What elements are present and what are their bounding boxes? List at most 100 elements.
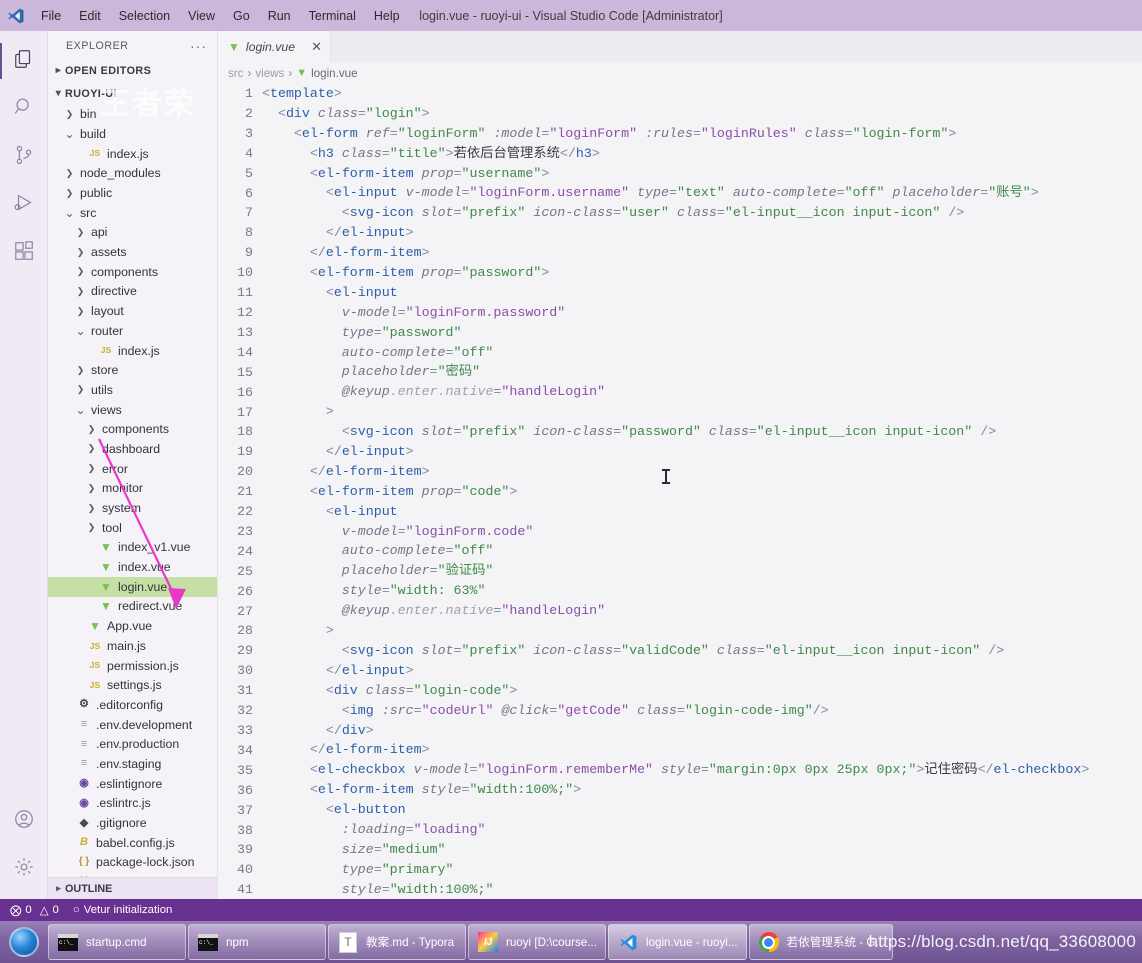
code-line[interactable]: <el-input	[262, 502, 1142, 522]
tree-item[interactable]: JS index.js	[48, 144, 217, 164]
code-line[interactable]: style="width: 63%"	[262, 581, 1142, 601]
tree-item[interactable]: ◆ .gitignore	[48, 813, 217, 833]
code-editor[interactable]: 1 2 3 4 5 6 7 8 9 10 11 12 13 14 15 16 17 18 19 20 21 22 23 24 2…	[218, 84, 1142, 899]
tree-item[interactable]: JS index.js	[48, 341, 217, 361]
code-content[interactable]: <template> <div class="login"> <el-form …	[262, 84, 1142, 899]
code-line[interactable]: </el-input>	[262, 442, 1142, 462]
file-tree[interactable]: ❯ bin ⌄ build JS index.js ❯ node_modules ❯ publi…	[48, 104, 217, 877]
status-task[interactable]: ○ Vetur initialization	[73, 904, 173, 916]
tree-item[interactable]: ❯ monitor	[48, 478, 217, 498]
menu-selection[interactable]: Selection	[110, 5, 179, 27]
code-line[interactable]: </el-form-item>	[262, 740, 1142, 760]
code-line[interactable]: <svg-icon slot="prefix" icon-class="vali…	[262, 641, 1142, 661]
tab-login-vue[interactable]: ▼ login.vue ✕	[218, 31, 332, 62]
code-line[interactable]: <el-form-item prop="code">	[262, 482, 1142, 502]
activitybar-item-explorer[interactable]	[0, 37, 48, 85]
code-line[interactable]: style="width:100%;"	[262, 880, 1142, 899]
tree-item[interactable]: ⌄ views	[48, 400, 217, 420]
menu-view[interactable]: View	[179, 5, 224, 27]
tree-item[interactable]: ❯ components	[48, 419, 217, 439]
tree-item[interactable]: JS settings.js	[48, 675, 217, 695]
tree-item[interactable]: ❯ assets	[48, 242, 217, 262]
code-line[interactable]: <div class="login">	[262, 104, 1142, 124]
tree-item[interactable]: ❯ layout	[48, 301, 217, 321]
code-line[interactable]: <el-form-item prop="password">	[262, 263, 1142, 283]
tree-item[interactable]: ≡ .env.development	[48, 715, 217, 735]
menu-bar[interactable]: File Edit Selection View Go Run Terminal…	[32, 5, 409, 27]
activitybar-item-settings[interactable]	[0, 845, 48, 893]
code-line[interactable]: <el-checkbox v-model="loginForm.remember…	[262, 760, 1142, 780]
activitybar-item-run-debug[interactable]	[0, 181, 48, 229]
code-line[interactable]: <el-button	[262, 800, 1142, 820]
tree-item[interactable]: ❯ utils	[48, 380, 217, 400]
code-line[interactable]: <svg-icon slot="prefix" icon-class="user…	[262, 203, 1142, 223]
tree-item[interactable]: ❯ system	[48, 498, 217, 518]
code-line[interactable]: >	[262, 621, 1142, 641]
activitybar-item-source-control[interactable]	[0, 133, 48, 181]
tree-item[interactable]: ≡ .env.production	[48, 734, 217, 754]
tree-item[interactable]: ❯ api	[48, 223, 217, 243]
breadcrumb-file[interactable]: login.vue	[311, 67, 357, 80]
code-line[interactable]: <el-input v-model="loginForm.username" t…	[262, 183, 1142, 203]
menu-terminal[interactable]: Terminal	[300, 5, 365, 27]
tree-item[interactable]: ◉ .eslintignore	[48, 774, 217, 794]
tree-item[interactable]: ≡ .env.staging	[48, 754, 217, 774]
code-line[interactable]: <el-input	[262, 283, 1142, 303]
menu-file[interactable]: File	[32, 5, 70, 27]
tree-item[interactable]: ▼ index_v1.vue	[48, 538, 217, 558]
activitybar-item-accounts[interactable]	[0, 797, 48, 845]
outline-section[interactable]: ▸ OUTLINE	[48, 877, 217, 900]
code-line[interactable]: <el-form ref="loginForm" :model="loginFo…	[262, 124, 1142, 144]
tree-item[interactable]: ⚙ .editorconfig	[48, 695, 217, 715]
code-line[interactable]: <h3 class="title">若依后台管理系统</h3>	[262, 144, 1142, 164]
tree-item[interactable]: ❯ bin	[48, 104, 217, 124]
activitybar-item-search[interactable]	[0, 85, 48, 133]
menu-edit[interactable]: Edit	[70, 5, 110, 27]
breadcrumb[interactable]: src › views › ▼ login.vue	[218, 62, 1142, 84]
taskbar-item-typora[interactable]: T 教案.md - Typora	[328, 924, 466, 960]
tree-item[interactable]: ❯ public	[48, 183, 217, 203]
breadcrumb-src[interactable]: src	[228, 67, 243, 80]
tree-item[interactable]: Bbabel.config.js	[48, 833, 217, 853]
code-line[interactable]: >	[262, 402, 1142, 422]
status-problems[interactable]: ⨂ 0 △ 0	[10, 903, 59, 917]
tree-item[interactable]: ▼ login.vue	[48, 576, 217, 597]
tree-item[interactable]: ⌄ src	[48, 203, 217, 223]
code-line[interactable]: @keyup.enter.native="handleLogin"	[262, 601, 1142, 621]
breadcrumb-views[interactable]: views	[255, 67, 284, 80]
code-line[interactable]: </el-input>	[262, 223, 1142, 243]
tree-item[interactable]: ❯ error	[48, 459, 217, 479]
code-line[interactable]: type="password"	[262, 323, 1142, 343]
code-line[interactable]: <el-form-item style="width:100%;">	[262, 780, 1142, 800]
tree-item[interactable]: { } package-lock.json	[48, 853, 217, 873]
menu-run[interactable]: Run	[259, 5, 300, 27]
open-editors-section[interactable]: ▸ OPEN EDITORS	[48, 60, 217, 82]
tree-item[interactable]: ❯ tool	[48, 518, 217, 538]
code-line[interactable]: auto-complete="off"	[262, 343, 1142, 363]
close-icon[interactable]: ✕	[311, 39, 322, 55]
taskbar-item-vscode[interactable]: login.vue - ruoyi...	[608, 924, 747, 960]
code-line[interactable]: size="medium"	[262, 840, 1142, 860]
tree-item[interactable]: ❯ node_modules	[48, 163, 217, 183]
tree-item[interactable]: ⌄ router	[48, 321, 217, 341]
tree-item[interactable]: ❯ components	[48, 262, 217, 282]
tree-item[interactable]: ❯ directive	[48, 282, 217, 302]
more-actions-icon[interactable]: ···	[190, 38, 211, 54]
tree-item[interactable]: JS permission.js	[48, 656, 217, 676]
tree-item[interactable]: ❯ store	[48, 360, 217, 380]
start-button[interactable]	[2, 923, 46, 961]
menu-go[interactable]: Go	[224, 5, 259, 27]
tree-item[interactable]: ⌄ build	[48, 124, 217, 144]
code-line[interactable]: placeholder="验证码"	[262, 561, 1142, 581]
code-line[interactable]: </el-input>	[262, 661, 1142, 681]
tree-item[interactable]: { }package.json	[48, 872, 217, 877]
taskbar-item-chrome[interactable]: 若依管理系统 - G...	[748, 924, 893, 960]
tree-item[interactable]: ▼ index.vue	[48, 557, 217, 577]
code-line[interactable]: <div class="login-code">	[262, 681, 1142, 701]
tree-item[interactable]: ❯ dashboard	[48, 439, 217, 459]
taskbar-item-npm[interactable]: npm	[188, 924, 326, 960]
tree-item[interactable]: JS main.js	[48, 636, 217, 656]
code-line[interactable]: </el-form-item>	[262, 462, 1142, 482]
code-line[interactable]: <template>	[262, 84, 1142, 104]
menu-help[interactable]: Help	[365, 5, 409, 27]
